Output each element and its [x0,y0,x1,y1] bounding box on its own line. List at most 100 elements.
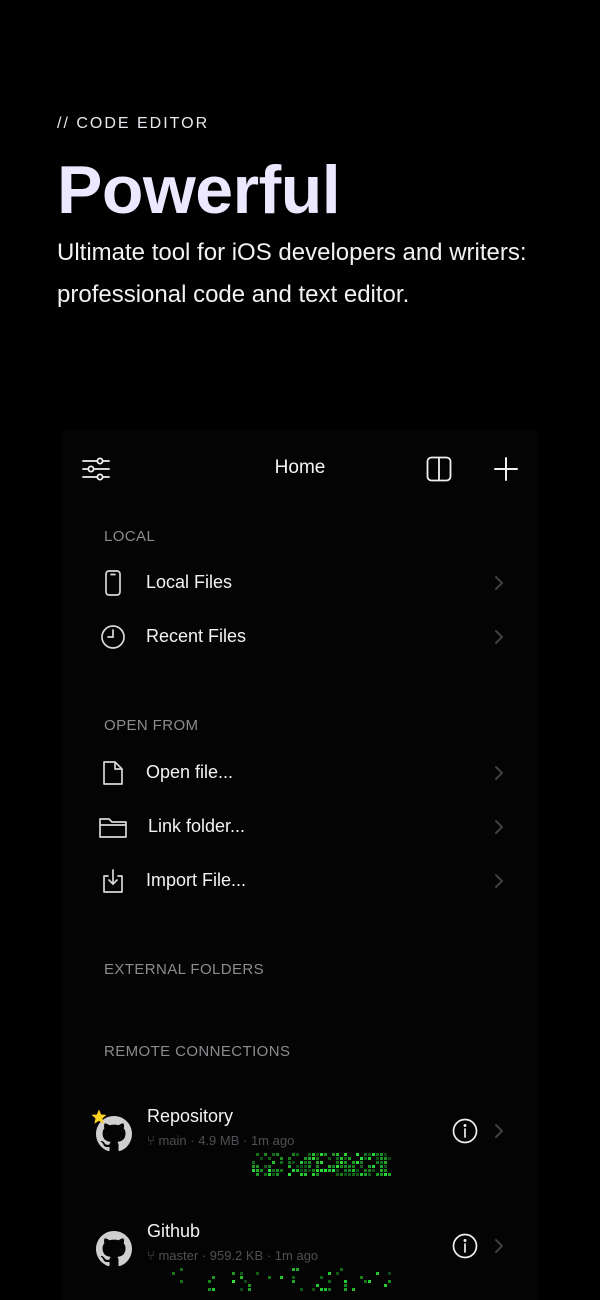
activity-cell [364,1173,367,1176]
page-title: Home [274,457,326,478]
activity-cell [268,1276,271,1279]
remote-connection-github[interactable]: Github ⑂ master · 959.2 KB · 1m ago [96,1221,506,1300]
phone-icon [96,569,130,597]
activity-cell [384,1284,387,1287]
subtitle: Ultimate tool for iOS developers and wri… [57,239,527,308]
activity-cell [320,1276,323,1279]
remote-name: Github [147,1221,201,1241]
activity-cell [180,1268,183,1271]
branch-name: master [158,1248,199,1263]
activity-cell [256,1165,259,1168]
list-item-local-files[interactable]: Local Files [96,561,506,605]
remote-name: Repository [147,1106,234,1126]
activity-cell [292,1268,295,1271]
chevron-right-icon [495,766,503,780]
activity-cell [340,1165,343,1168]
activity-cell [312,1153,315,1156]
activity-cell [308,1157,311,1160]
activity-cell [280,1161,283,1164]
info-icon[interactable] [452,1118,478,1144]
activity-cell [268,1169,271,1172]
activity-cell [368,1157,371,1160]
activity-cell [332,1165,335,1168]
activity-cell [360,1165,363,1168]
activity-cell [344,1280,347,1283]
activity-cell [384,1165,387,1168]
import-icon [96,867,130,895]
activity-cell [316,1161,319,1164]
clock-icon [96,623,130,651]
activity-cell [316,1169,319,1172]
activity-cell [172,1272,175,1275]
activity-cell [276,1173,279,1176]
branch-name: main [158,1133,187,1148]
activity-cell [252,1169,255,1172]
activity-cell [352,1173,355,1176]
section-local: LOCAL [104,528,156,545]
activity-cell [280,1276,283,1279]
activity-cell [304,1161,307,1164]
chevron-right-icon [495,1124,503,1138]
remote-connection-repository[interactable]: Repository ⑂ main · 4.9 MB · 1m ago [91,1106,506,1202]
activity-cell [364,1157,367,1160]
activity-cell [288,1157,291,1160]
activity-cell [344,1161,347,1164]
activity-cell [352,1165,355,1168]
activity-cell [232,1280,235,1283]
activity-cell [292,1161,295,1164]
activity-cell [256,1272,259,1275]
activity-cell [260,1169,263,1172]
activity-cell [272,1153,275,1156]
activity-cell [268,1173,271,1176]
activity-cell [304,1157,307,1160]
activity-cell [276,1153,279,1156]
activity-graph [144,1152,396,1178]
activity-cell [264,1153,267,1156]
activity-cell [368,1153,371,1156]
activity-cell [272,1161,275,1164]
app-home-screen: Home LOCAL Local Files Recent Files OPEN… [62,430,538,1300]
info-icon[interactable] [452,1233,478,1259]
plus-icon[interactable] [491,454,521,484]
star-icon [91,1109,107,1124]
activity-cell [328,1157,331,1160]
activity-cell [212,1276,215,1279]
activity-cell [268,1157,271,1160]
activity-cell [360,1161,363,1164]
activity-cell [328,1169,331,1172]
activity-cell [336,1161,339,1164]
activity-cell [332,1153,335,1156]
activity-cell [252,1161,255,1164]
activity-cell [360,1173,363,1176]
activity-cell [344,1157,347,1160]
activity-cell [340,1157,343,1160]
activity-cell [248,1288,251,1291]
activity-cell [288,1173,291,1176]
activity-cell [300,1161,303,1164]
activity-cell [344,1169,347,1172]
updated-time: 1m ago [274,1248,319,1263]
split-view-icon[interactable] [424,454,454,484]
activity-cell [280,1157,283,1160]
list-item-label: Recent Files [146,626,247,646]
activity-cell [368,1173,371,1176]
activity-cell [316,1173,319,1176]
activity-cell [232,1272,235,1275]
activity-cell [336,1153,339,1156]
activity-cell [372,1169,375,1172]
activity-cell [356,1169,359,1172]
activity-cell [308,1165,311,1168]
repo-size: 4.9 MB [198,1133,240,1148]
activity-cell [348,1157,351,1160]
list-item-open-file[interactable]: Open file... [96,751,506,795]
activity-cell [256,1173,259,1176]
list-item-recent-files[interactable]: Recent Files [96,615,506,659]
list-item-import-file[interactable]: Import File... [96,859,506,903]
activity-cell [344,1153,347,1156]
activity-cell [276,1169,279,1172]
activity-cell [316,1165,319,1168]
chevron-right-icon [495,1239,503,1253]
folder-icon [96,813,130,841]
list-item-link-folder[interactable]: Link folder... [96,805,506,849]
activity-cell [312,1173,315,1176]
